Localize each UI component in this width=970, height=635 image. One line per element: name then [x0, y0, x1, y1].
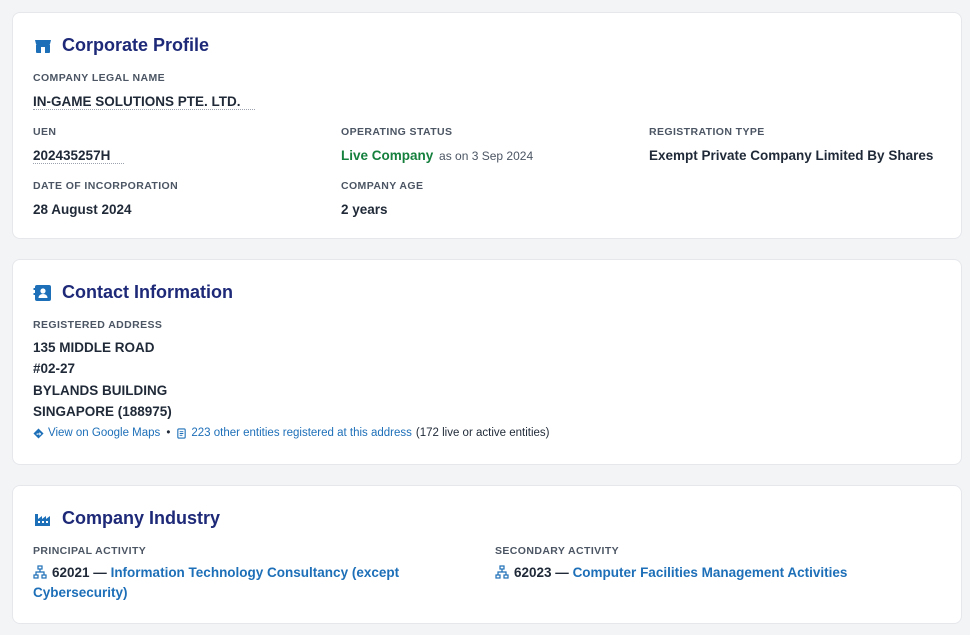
secondary-activity-link[interactable]: Computer Facilities Management Activitie… — [573, 565, 848, 580]
other-entities-link[interactable]: 223 other entities registered at this ad… — [176, 427, 412, 439]
contact-information-title: Contact Information — [62, 282, 233, 302]
document-list-icon — [177, 427, 187, 439]
secondary-activity-code: 62023 — — [514, 565, 569, 580]
company-industry-title: Company Industry — [62, 508, 221, 528]
address-line-1: 135 MIDDLE ROAD — [33, 340, 155, 355]
principal-activity-label: PRINCIPAL ACTIVITY — [33, 545, 147, 557]
other-entities-link-text: 223 other entities registered at this ad… — [191, 427, 412, 439]
status-live-text: Live Company — [341, 148, 434, 163]
uen-text[interactable]: 202435257H — [33, 148, 125, 164]
contact-information-heading: Contact Information — [33, 282, 233, 303]
company-age-value: 2 years — [341, 202, 388, 217]
hierarchy-icon — [495, 565, 509, 579]
registered-address-label: REGISTERED ADDRESS — [33, 319, 163, 331]
legal-name-text[interactable]: IN-GAME SOLUTIONS PTE. LTD. — [33, 94, 255, 110]
address-line-3: BYLANDS BUILDING — [33, 383, 168, 398]
hierarchy-icon — [33, 565, 47, 579]
secondary-activity: 62023 — Computer Facilities Management A… — [495, 563, 935, 583]
registration-type-label: REGISTRATION TYPE — [649, 126, 765, 138]
company-age-label: COMPANY AGE — [341, 180, 424, 192]
address-line-4: SINGAPORE (188975) — [33, 404, 172, 419]
google-maps-link[interactable]: View on Google Maps — [33, 427, 160, 439]
principal-activity-code: 62021 — — [52, 565, 107, 580]
secondary-activity-label: SECONDARY ACTIVITY — [495, 545, 620, 557]
address-links-row: View on Google Maps • 223 other entities… — [33, 427, 549, 439]
separator-bullet: • — [166, 427, 171, 439]
operating-status-value: Live Company as on 3 Sep 2024 — [341, 148, 533, 163]
directions-icon — [33, 427, 44, 439]
uen-value: 202435257H — [33, 148, 125, 164]
incorporation-date-value: 28 August 2024 — [33, 202, 132, 217]
google-maps-link-text: View on Google Maps — [48, 427, 161, 439]
company-industry-card: Company Industry PRINCIPAL ACTIVITY 6202… — [12, 485, 962, 624]
legal-name-value: IN-GAME SOLUTIONS PTE. LTD. — [33, 94, 255, 110]
corporate-profile-card: Corporate Profile COMPANY LEGAL NAME IN-… — [12, 12, 962, 239]
contact-card-icon — [33, 283, 53, 303]
corporate-profile-title: Corporate Profile — [62, 35, 210, 55]
status-date-note: as on 3 Sep 2024 — [439, 149, 534, 163]
legal-name-label: COMPANY LEGAL NAME — [33, 72, 166, 84]
company-industry-heading: Company Industry — [33, 508, 220, 529]
principal-activity: 62021 — Information Technology Consultan… — [33, 563, 453, 603]
operating-status-label: OPERATING STATUS — [341, 126, 453, 138]
corporate-profile-heading: Corporate Profile — [33, 35, 209, 56]
uen-label: UEN — [33, 126, 57, 138]
storefront-icon — [33, 36, 53, 56]
address-line-2: #02-27 — [33, 361, 76, 376]
incorporation-date-label: DATE OF INCORPORATION — [33, 180, 179, 192]
active-entities-note: (172 live or active entities) — [415, 427, 550, 439]
contact-information-card: Contact Information REGISTERED ADDRESS 1… — [12, 259, 962, 465]
factory-icon — [33, 509, 53, 529]
registration-type-value: Exempt Private Company Limited By Shares — [649, 148, 934, 163]
